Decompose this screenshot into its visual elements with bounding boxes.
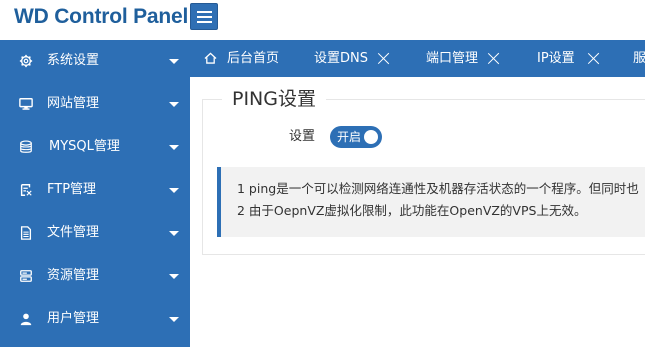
server-icon: [20, 270, 32, 282]
tab-dns[interactable]: 设置DNS: [302, 40, 414, 77]
hamburger-icon: [197, 11, 212, 13]
section-title: PING设置: [222, 87, 326, 111]
menu-toggle-button[interactable]: [190, 3, 218, 30]
file-icon: [20, 226, 32, 240]
ping-settings-panel: PING设置 设置 开启 1 ping是一个可以检测网络连通性及机器存活状态的一…: [202, 87, 645, 255]
tab-home[interactable]: 后台首页: [190, 40, 302, 77]
caret-down-icon: [169, 59, 179, 64]
main-content: PING设置 设置 开启 1 ping是一个可以检测网络连通性及机器存活状态的一…: [190, 77, 645, 347]
caret-down-icon: [169, 188, 179, 193]
info-note: 1 ping是一个可以检测网络连通性及机器存活状态的一个程序。但同时也 2 由于…: [217, 167, 645, 237]
app-title: WD Control Panel: [14, 5, 189, 28]
sidebar-item-label: 文件管理: [47, 225, 100, 240]
ping-toggle-switch[interactable]: 开启: [330, 126, 382, 148]
setting-label: 设置: [289, 129, 316, 144]
sidebar-item-label: MYSQL管理: [49, 139, 120, 154]
home-icon: [204, 52, 217, 64]
tab-ip[interactable]: IP设置: [525, 40, 625, 77]
note-line: 1 ping是一个可以检测网络连通性及机器存活状态的一个程序。但同时也: [237, 181, 639, 196]
tab-label: IP设置: [537, 51, 575, 66]
sidebar-item-label: 用户管理: [47, 311, 100, 326]
note-line: 2 由于OepnVZ虚拟化限制，此功能在OpenVZ的VPS上无效。: [237, 203, 587, 218]
sidebar-item-system-settings[interactable]: 系统设置: [0, 40, 190, 83]
sidebar-item-label: 网站管理: [47, 96, 100, 111]
caret-down-icon: [169, 274, 179, 279]
sidebar-item-files[interactable]: 文件管理: [0, 212, 190, 255]
tab-label: 后台首页: [227, 51, 280, 66]
sidebar: 系统设置 网站管理 MYSQL管理 FTP管理 文件管理 资源管理 用户管理: [0, 40, 190, 347]
close-icon[interactable]: [487, 52, 500, 65]
tab-ports[interactable]: 端口管理: [414, 40, 525, 77]
tab-label: 端口管理: [426, 51, 479, 66]
database-icon: [20, 140, 32, 153]
toggle-knob: [364, 130, 378, 144]
close-icon[interactable]: [587, 52, 600, 65]
user-icon: [20, 313, 32, 326]
gear-icon: [19, 54, 33, 68]
sidebar-item-resources[interactable]: 资源管理: [0, 255, 190, 298]
ftp-icon: [20, 184, 32, 196]
sidebar-item-users[interactable]: 用户管理: [0, 298, 190, 341]
sidebar-item-label: 资源管理: [47, 268, 100, 283]
monitor-icon: [19, 98, 33, 110]
caret-down-icon: [169, 231, 179, 236]
sidebar-item-label: 系统设置: [47, 53, 100, 68]
tab-label: 设置DNS: [314, 51, 368, 66]
caret-down-icon: [169, 102, 179, 107]
caret-down-icon: [169, 317, 179, 322]
top-header: WD Control Panel: [0, 0, 645, 40]
tab-partial[interactable]: 服: [625, 40, 645, 77]
sidebar-item-mysql[interactable]: MYSQL管理: [0, 126, 190, 169]
tab-bar: 后台首页 设置DNS 端口管理 IP设置 服: [190, 40, 645, 77]
toggle-label: 开启: [337, 130, 362, 144]
sidebar-item-website[interactable]: 网站管理: [0, 83, 190, 126]
close-icon[interactable]: [377, 52, 390, 65]
tab-label: 服: [633, 51, 645, 66]
caret-down-icon: [169, 145, 179, 150]
sidebar-item-label: FTP管理: [47, 182, 97, 197]
sidebar-item-ftp[interactable]: FTP管理: [0, 169, 190, 212]
